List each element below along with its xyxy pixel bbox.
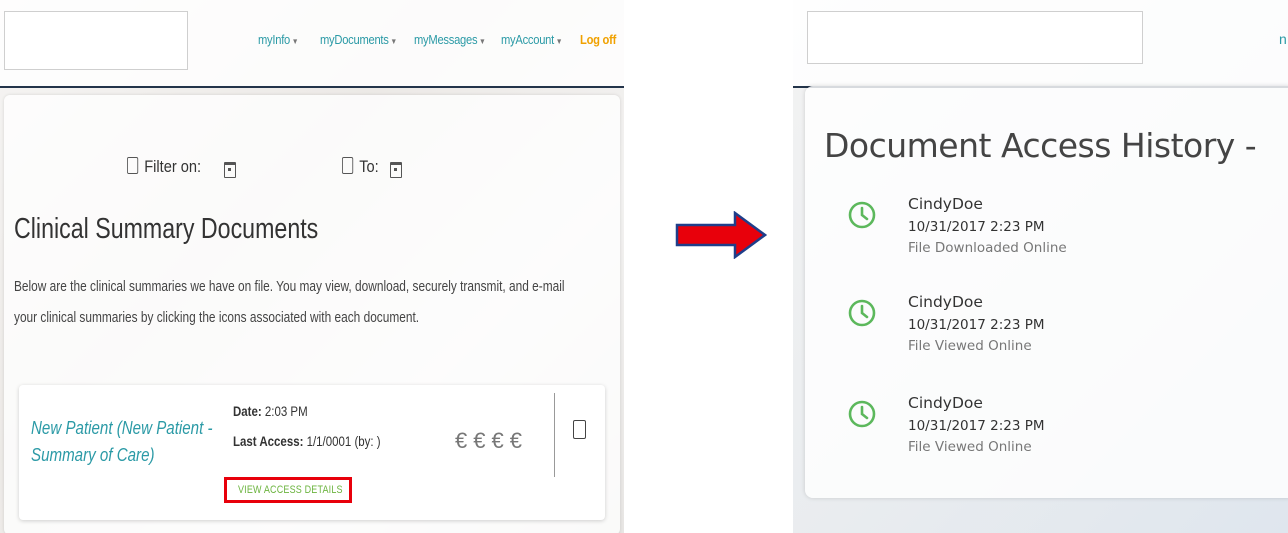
- nav-myaccount[interactable]: myAccount ▼: [501, 32, 563, 47]
- clock-icon: [848, 299, 876, 327]
- entry-action: File Viewed Online: [908, 439, 1032, 455]
- chevron-down-icon: ▼: [479, 37, 486, 46]
- last-access-label: Last Access:: [233, 433, 304, 449]
- view-icon[interactable]: €: [455, 428, 473, 453]
- entry-user: CindyDoe: [908, 293, 983, 311]
- document-action-icons: €€€€: [455, 428, 528, 454]
- clock-icon: [848, 400, 876, 428]
- email-icon[interactable]: €: [510, 428, 528, 453]
- nav-logoff[interactable]: Log off: [580, 32, 616, 47]
- clock-icon: [848, 201, 876, 229]
- page-description: Below are the clinical summaries we have…: [14, 279, 565, 326]
- checkbox-icon[interactable]: [127, 157, 139, 174]
- entry-time: 10/31/2017 2:23 PM: [908, 219, 1045, 235]
- document-title-link[interactable]: New Patient (New Patient - Summary of Ca…: [31, 415, 224, 469]
- nav-myinfo-label: myInfo: [258, 32, 291, 47]
- document-row: New Patient (New Patient - Summary of Ca…: [19, 385, 605, 520]
- view-access-details-highlight[interactable]: VIEW ACCESS DETAILS: [224, 477, 352, 503]
- logo-placeholder: [807, 11, 1143, 64]
- nav-mymessages[interactable]: myMessages ▼: [414, 32, 486, 47]
- right-screenshot-panel: n Document Access History - CindyDoe 10/…: [793, 0, 1288, 533]
- entry-user: CindyDoe: [908, 394, 983, 412]
- checkbox-icon[interactable]: [342, 157, 354, 174]
- logo-placeholder: [4, 11, 188, 70]
- nav-mydocuments-label: myDocuments: [320, 32, 389, 47]
- entry-time: 10/31/2017 2:23 PM: [908, 317, 1045, 333]
- access-history-card: Document Access History - CindyDoe 10/31…: [805, 86, 1288, 498]
- checkbox-icon[interactable]: [573, 420, 586, 439]
- calendar-icon[interactable]: [224, 162, 236, 178]
- chevron-down-icon: ▼: [555, 37, 563, 46]
- transmit-icon[interactable]: €: [492, 428, 510, 453]
- calendar-icon[interactable]: [390, 162, 402, 178]
- top-navigation-bar: n: [793, 0, 1288, 88]
- entry-action: File Downloaded Online: [908, 240, 1067, 256]
- view-access-details-link[interactable]: VIEW ACCESS DETAILS: [238, 480, 343, 500]
- nav-myaccount-label: myAccount: [501, 32, 554, 47]
- last-access-value: 1/1/0001 (by: ): [306, 433, 381, 449]
- entry-time: 10/31/2017 2:23 PM: [908, 418, 1045, 434]
- chevron-down-icon: ▼: [291, 37, 299, 46]
- nav-logoff-label: Log off: [580, 32, 617, 47]
- entry-action: File Viewed Online: [908, 338, 1032, 354]
- divider: [554, 393, 555, 477]
- access-history-title: Document Access History -: [824, 126, 1257, 165]
- date-value: 2:03 PM: [264, 403, 308, 419]
- download-icon[interactable]: €: [473, 428, 491, 453]
- filter-from[interactable]: Filter on:: [127, 157, 201, 177]
- right-arrow-icon: [675, 211, 767, 259]
- documents-card: Filter on: To: Clinical Summary Document…: [4, 95, 620, 533]
- document-date: Date: 2:03 PM: [233, 403, 308, 419]
- filter-to-label: To:: [359, 157, 379, 176]
- entry-user: CindyDoe: [908, 195, 983, 213]
- date-label: Date:: [233, 403, 262, 419]
- document-last-access: Last Access: 1/1/0001 (by: ): [233, 433, 381, 449]
- left-screenshot-panel: myInfo ▼ myDocuments ▼ myMessages ▼ myAccou…: [0, 0, 624, 533]
- nav-myinfo[interactable]: myInfo ▼: [258, 32, 299, 47]
- filter-from-label: Filter on:: [144, 157, 202, 176]
- page-title: Clinical Summary Documents: [14, 213, 319, 245]
- top-navigation-bar: myInfo ▼ myDocuments ▼ myMessages ▼ myAccou…: [0, 0, 624, 88]
- nav-mymessages-label: myMessages: [414, 32, 478, 47]
- nav-item-partial[interactable]: n: [1279, 31, 1287, 47]
- filter-to[interactable]: To:: [342, 157, 379, 177]
- nav-mydocuments[interactable]: myDocuments ▼: [320, 32, 397, 47]
- chevron-down-icon: ▼: [390, 37, 397, 46]
